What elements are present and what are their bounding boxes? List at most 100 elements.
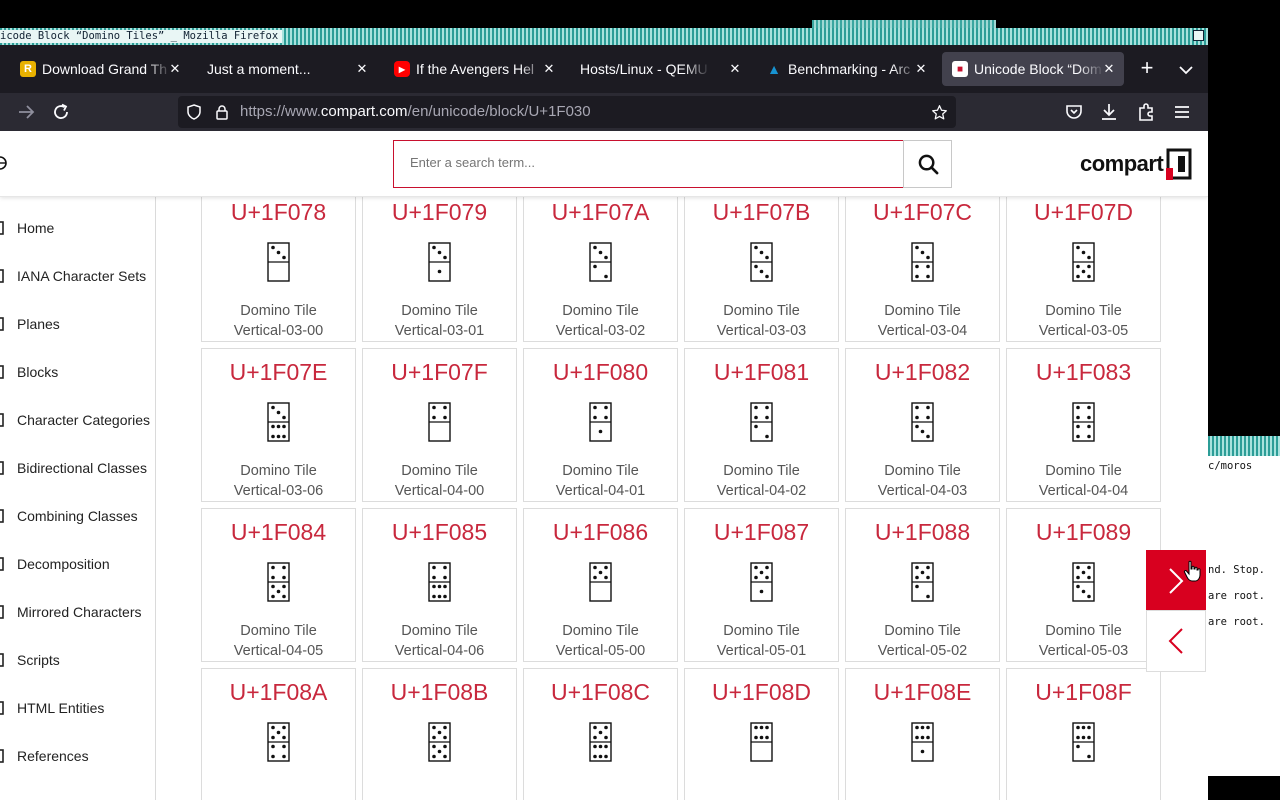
codepoint-label[interactable]: U+1F08C bbox=[524, 678, 677, 706]
compart-logo[interactable]: compart bbox=[1080, 147, 1192, 181]
sidebar-item-home[interactable]: Home bbox=[0, 216, 54, 240]
lock-icon[interactable] bbox=[214, 104, 230, 120]
close-tab-icon[interactable]: ✕ bbox=[1100, 60, 1118, 78]
url-text[interactable]: https://www.compart.com/en/unicode/block… bbox=[240, 103, 591, 120]
extensions-icon[interactable] bbox=[1134, 100, 1158, 124]
search-box[interactable] bbox=[393, 140, 903, 188]
character-card[interactable]: U+1F086 Domino Tile Vertical-05-00 bbox=[523, 508, 678, 662]
character-card[interactable]: U+1F082 Domino Tile Vertical-04-03 bbox=[845, 348, 1000, 502]
character-card[interactable]: U+1F083 Domino Tile Vertical-04-04 bbox=[1006, 348, 1161, 502]
tab[interactable]: ▶ If the Avengers Hel ✕ bbox=[384, 52, 564, 86]
character-card[interactable]: U+1F081 Domino Tile Vertical-04-02 bbox=[684, 348, 839, 502]
sidebar-item-entities[interactable]: HTML Entities bbox=[0, 696, 104, 720]
codepoint-label[interactable]: U+1F08E bbox=[846, 678, 999, 706]
search-input[interactable] bbox=[410, 155, 880, 170]
character-variant: Vertical-03-02 bbox=[555, 323, 646, 339]
character-card[interactable]: U+1F08D bbox=[684, 668, 839, 800]
url-bar[interactable]: https://www.compart.com/en/unicode/block… bbox=[178, 96, 956, 128]
character-card[interactable]: U+1F07D Domino Tile Vertical-03-05 bbox=[1006, 188, 1161, 342]
character-name: Domino Tile bbox=[401, 303, 478, 319]
character-card[interactable]: U+1F07F Domino Tile Vertical-04-00 bbox=[362, 348, 517, 502]
sidebar-item-decomposition[interactable]: Decomposition bbox=[0, 552, 110, 576]
character-card[interactable]: U+1F08E bbox=[845, 668, 1000, 800]
sidebar-item-scripts[interactable]: Scripts bbox=[0, 648, 60, 672]
sidebar-item-charset[interactable]: IANA Character Sets bbox=[0, 264, 146, 288]
codepoint-label[interactable]: U+1F083 bbox=[1007, 358, 1160, 386]
tab[interactable]: R Download Grand Th ✕ bbox=[10, 52, 190, 86]
close-tab-icon[interactable]: ✕ bbox=[912, 60, 930, 78]
character-card[interactable]: U+1F078 Domino Tile Vertical-03-00 bbox=[201, 188, 356, 342]
sidebar-item-references[interactable]: References bbox=[0, 744, 89, 768]
window-titlebar[interactable]: icode Block “Domino Tiles” _ Mozilla Fir… bbox=[0, 28, 1208, 45]
codepoint-label[interactable]: U+1F085 bbox=[363, 518, 516, 546]
codepoint-label[interactable]: U+1F07D bbox=[1007, 198, 1160, 226]
sidebar-item-mirrored[interactable]: Mirrored Characters bbox=[0, 600, 141, 624]
tab[interactable]: Just a moment... ✕ bbox=[197, 52, 377, 86]
codepoint-label[interactable]: U+1F07F bbox=[363, 358, 516, 386]
codepoint-label[interactable]: U+1F082 bbox=[846, 358, 999, 386]
character-card[interactable]: U+1F087 Domino Tile Vertical-05-01 bbox=[684, 508, 839, 662]
background-terminal-window[interactable]: c/moros nd. Stop. are root. are root. bbox=[1208, 436, 1280, 776]
character-card[interactable]: U+1F08B bbox=[362, 668, 517, 800]
character-card[interactable]: U+1F079 Domino Tile Vertical-03-01 bbox=[362, 188, 517, 342]
codepoint-label[interactable]: U+1F087 bbox=[685, 518, 838, 546]
codepoint-label[interactable]: U+1F08F bbox=[1007, 678, 1160, 706]
character-card[interactable]: U+1F08F bbox=[1006, 668, 1161, 800]
codepoint-label[interactable]: U+1F08A bbox=[202, 678, 355, 706]
hamburger-menu-icon[interactable] bbox=[1170, 100, 1194, 124]
terminal-titlebar[interactable] bbox=[1208, 436, 1280, 456]
previous-page-button[interactable] bbox=[1146, 610, 1206, 672]
tab[interactable]: ■ Unicode Block “Dom ✕ bbox=[942, 52, 1124, 86]
window-maximize-button[interactable] bbox=[1193, 30, 1204, 41]
tab[interactable]: Hosts/Linux - QEMU ✕ bbox=[570, 52, 750, 86]
character-card[interactable]: U+1F08C bbox=[523, 668, 678, 800]
character-card[interactable]: U+1F085 Domino Tile Vertical-04-06 bbox=[362, 508, 517, 662]
codepoint-label[interactable]: U+1F081 bbox=[685, 358, 838, 386]
tab[interactable]: ▲ Benchmarking - Arc ✕ bbox=[756, 52, 936, 86]
codepoint-label[interactable]: U+1F08D bbox=[685, 678, 838, 706]
shield-icon[interactable] bbox=[186, 104, 202, 120]
codepoint-label[interactable]: U+1F08B bbox=[363, 678, 516, 706]
codepoint-label[interactable]: U+1F080 bbox=[524, 358, 677, 386]
close-tab-icon[interactable]: ✕ bbox=[166, 60, 184, 78]
character-name: Domino Tile bbox=[723, 463, 800, 479]
codepoint-label[interactable]: U+1F079 bbox=[363, 198, 516, 226]
sidebar-item-bidi[interactable]: Bidirectional Classes bbox=[0, 456, 147, 480]
download-icon[interactable] bbox=[1097, 100, 1121, 124]
codepoint-label[interactable]: U+1F07A bbox=[524, 198, 677, 226]
sidebar-item-combining[interactable]: Combining Classes bbox=[0, 504, 138, 528]
codepoint-label[interactable]: U+1F084 bbox=[202, 518, 355, 546]
close-tab-icon[interactable]: ✕ bbox=[353, 60, 371, 78]
codepoint-label[interactable]: U+1F078 bbox=[202, 198, 355, 226]
new-tab-button[interactable]: + bbox=[1136, 57, 1158, 80]
pocket-icon[interactable] bbox=[1062, 100, 1086, 124]
close-tab-icon[interactable]: ✕ bbox=[540, 60, 558, 78]
character-card[interactable]: U+1F080 Domino Tile Vertical-04-01 bbox=[523, 348, 678, 502]
codepoint-label[interactable]: U+1F07C bbox=[846, 198, 999, 226]
character-card[interactable]: U+1F089 Domino Tile Vertical-05-03 bbox=[1006, 508, 1161, 662]
forward-arrow-icon[interactable] bbox=[14, 100, 38, 124]
character-card[interactable]: U+1F088 Domino Tile Vertical-05-02 bbox=[845, 508, 1000, 662]
domino-glyph-icon bbox=[750, 722, 773, 762]
reload-icon[interactable] bbox=[49, 100, 73, 124]
domino-glyph-icon bbox=[911, 722, 934, 762]
bookmark-star-icon[interactable] bbox=[931, 104, 948, 121]
character-card[interactable]: U+1F07B Domino Tile Vertical-03-03 bbox=[684, 188, 839, 342]
character-card[interactable]: U+1F07A Domino Tile Vertical-03-02 bbox=[523, 188, 678, 342]
sidebar-item-categories[interactable]: Character Categories bbox=[0, 408, 150, 432]
search-button[interactable] bbox=[903, 140, 952, 188]
codepoint-label[interactable]: U+1F07E bbox=[202, 358, 355, 386]
close-tab-icon[interactable]: ✕ bbox=[726, 60, 744, 78]
codepoint-label[interactable]: U+1F088 bbox=[846, 518, 999, 546]
sidebar-item-planes[interactable]: Planes bbox=[0, 312, 60, 336]
codepoint-label[interactable]: U+1F086 bbox=[524, 518, 677, 546]
character-card[interactable]: U+1F08A bbox=[201, 668, 356, 800]
character-card[interactable]: U+1F084 Domino Tile Vertical-04-05 bbox=[201, 508, 356, 662]
codepoint-label[interactable]: U+1F07B bbox=[685, 198, 838, 226]
codepoint-label[interactable]: U+1F089 bbox=[1007, 518, 1160, 546]
character-card[interactable]: U+1F07E Domino Tile Vertical-03-06 bbox=[201, 348, 356, 502]
sidebar-item-blocks[interactable]: Blocks bbox=[0, 360, 58, 384]
globe-icon[interactable] bbox=[0, 155, 8, 171]
chevron-down-icon[interactable] bbox=[1176, 60, 1196, 80]
character-card[interactable]: U+1F07C Domino Tile Vertical-03-04 bbox=[845, 188, 1000, 342]
